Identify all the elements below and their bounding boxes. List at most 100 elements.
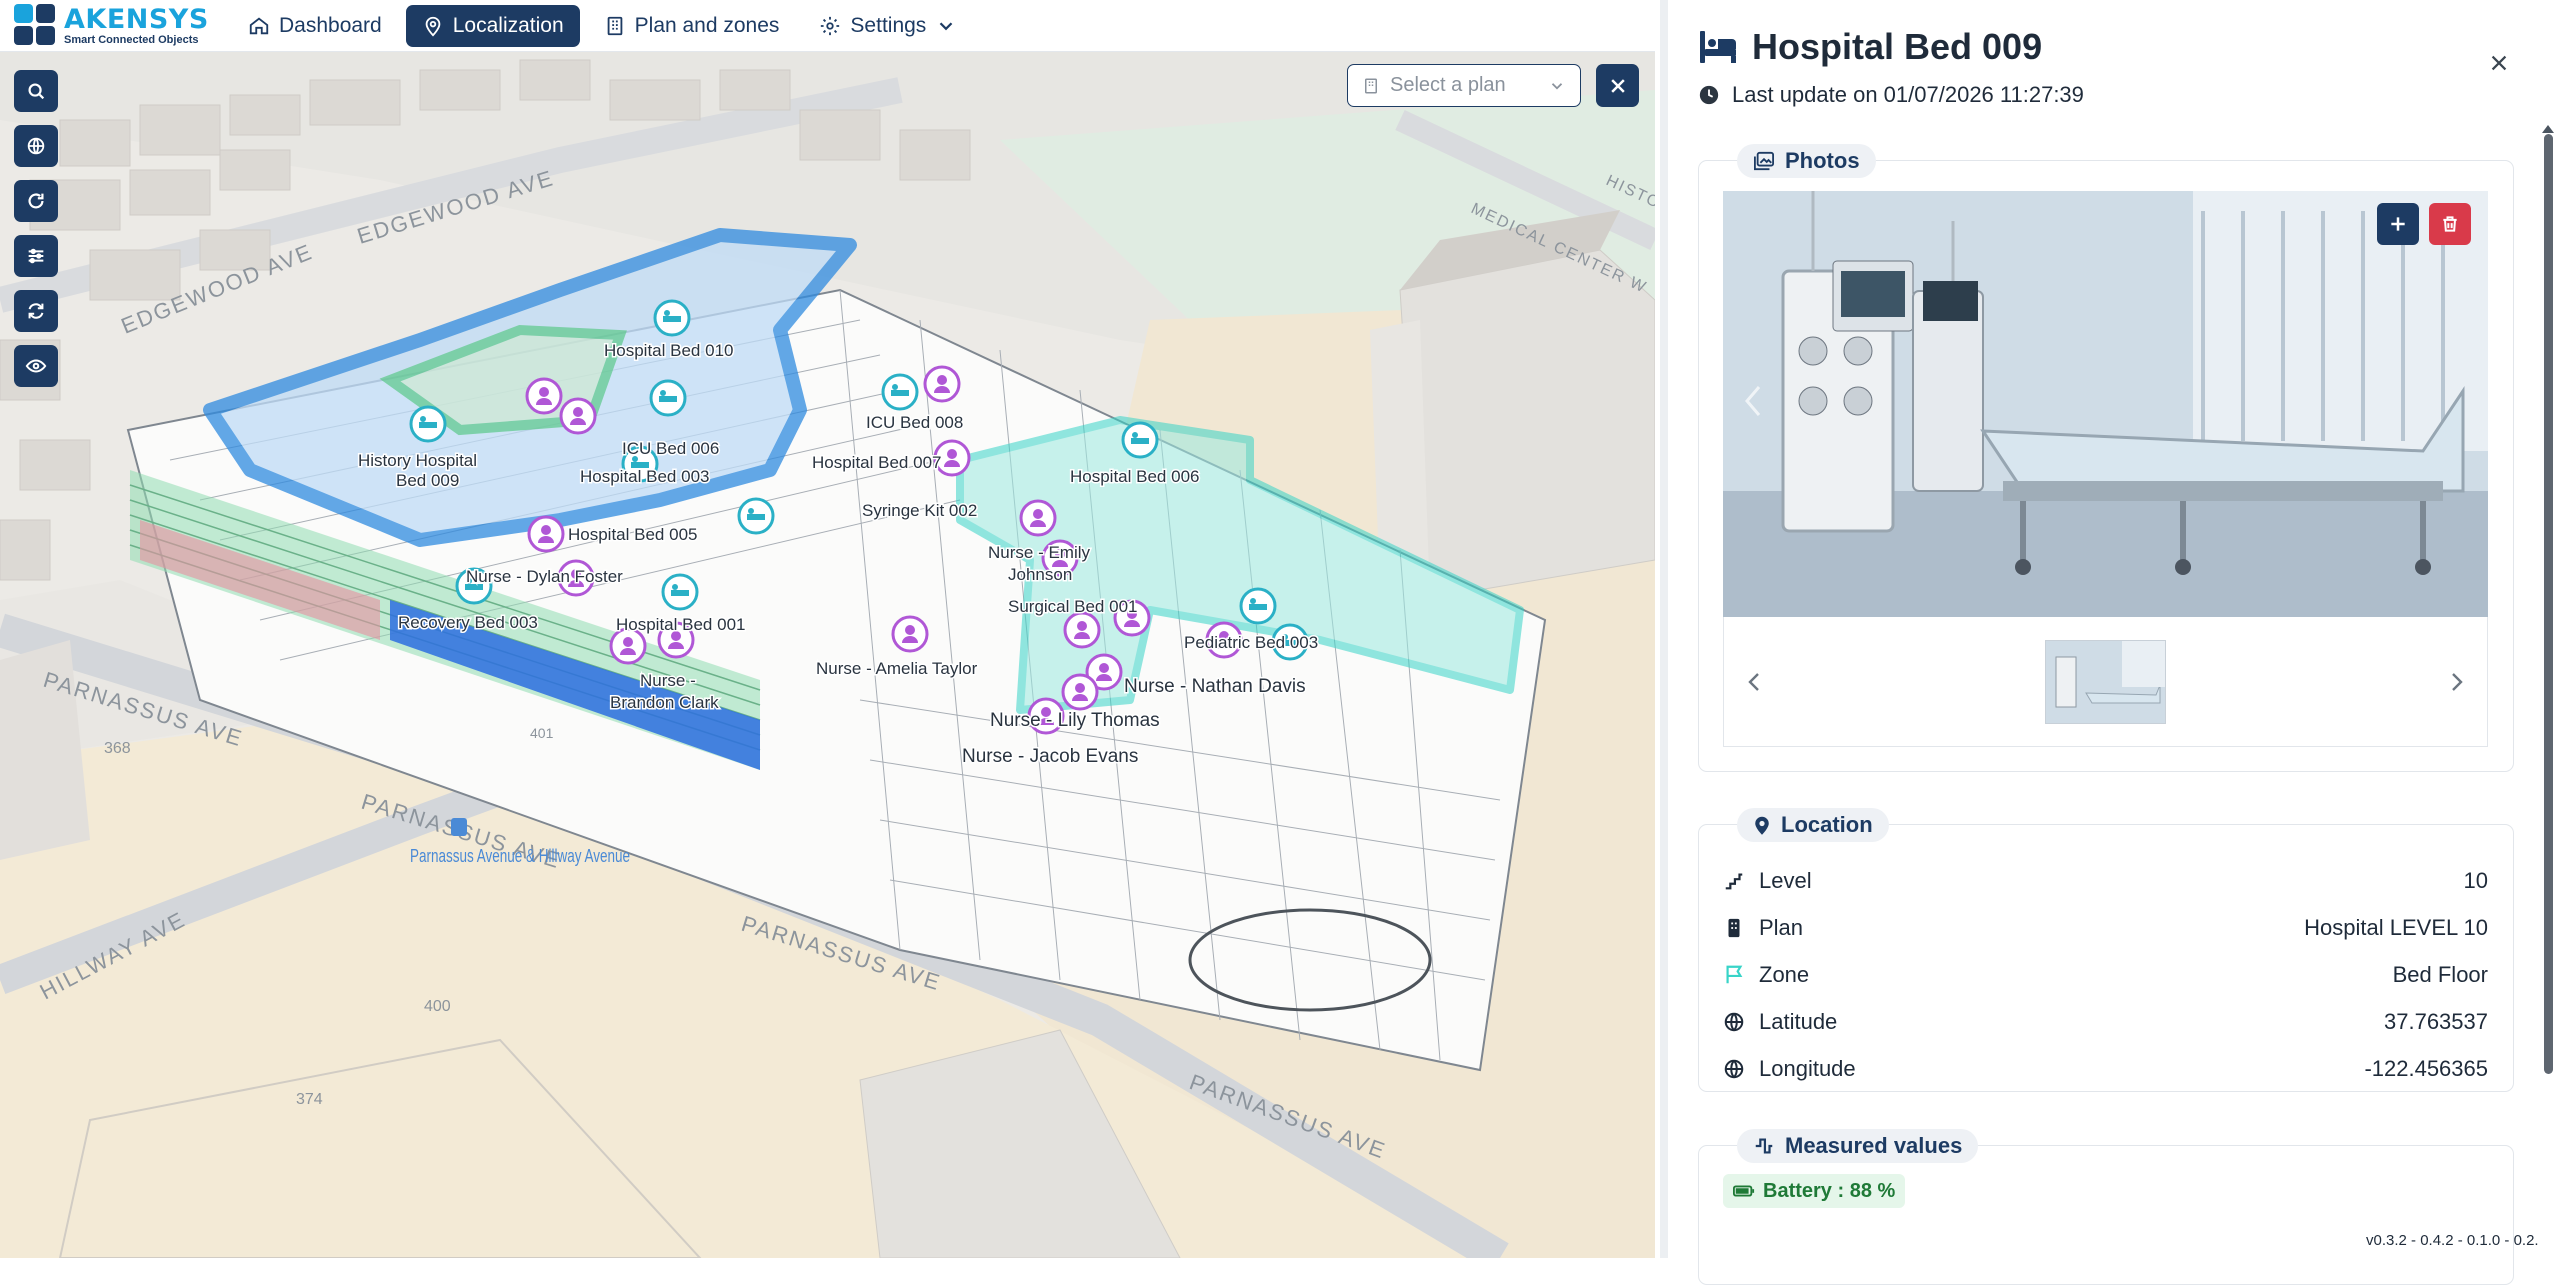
location-row-zone: Zone Bed Floor [1723, 951, 2488, 998]
map-view[interactable]: EDGEWOOD AVE EDGEWOOD AVE PARNASSUS AVE … [0, 52, 1655, 1258]
pulse-icon [1755, 1138, 1773, 1154]
bed-marker-icon[interactable] [1239, 587, 1277, 625]
person-marker-icon[interactable] [1061, 673, 1099, 711]
nav-localization[interactable]: Localization [405, 4, 580, 47]
person-marker-icon[interactable] [1019, 499, 1057, 537]
close-icon [1610, 78, 1625, 93]
delete-photo-button[interactable] [2429, 203, 2471, 245]
add-photo-button[interactable] [2377, 203, 2419, 245]
nav-dashboard[interactable]: Dashboard [232, 5, 398, 47]
chevron-left-icon [1745, 386, 1761, 416]
map-sync-button[interactable] [14, 290, 58, 332]
top-navigation-bar: AKENSYS Smart Connected Objects Dashboar… [0, 0, 1655, 52]
marker-label[interactable]: Nurse - Emily [987, 542, 1093, 564]
marker-label[interactable]: Nurse - [639, 670, 698, 692]
marker-label[interactable]: Nurse - Amelia Taylor [815, 658, 980, 680]
marker-label[interactable]: Nurse - Nathan Davis [1123, 675, 1308, 699]
photo-prev-arrow[interactable] [1741, 381, 1765, 426]
battery-value: Battery : 88 % [1763, 1179, 1896, 1202]
map-close-button[interactable] [1596, 64, 1639, 107]
nav-settings-label: Settings [850, 13, 927, 37]
photos-section-title: Photos [1785, 148, 1860, 173]
measured-values-card: Measured values Battery : 88 % [1698, 1129, 2514, 1285]
marker-label[interactable]: Pediatric Bed 003 [1183, 632, 1320, 654]
map-search-button[interactable] [14, 70, 58, 112]
photo-thumbnail[interactable] [2045, 639, 2166, 724]
bed-marker-icon[interactable] [1121, 421, 1159, 459]
marker-label[interactable]: ICU Bed 008 [865, 412, 965, 434]
measured-values-section-label: Measured values [1737, 1129, 1979, 1163]
location-label: Level [1759, 867, 1812, 893]
marker-label[interactable]: Hospital Bed 006 [1069, 466, 1201, 488]
marker-label[interactable]: Hospital Bed 003 [579, 466, 711, 488]
house-number: 368 [104, 740, 131, 757]
marker-label[interactable]: Bed 009 [395, 470, 461, 492]
marker-label[interactable]: Brandon Clark [609, 692, 721, 714]
map-globe-button[interactable] [14, 125, 58, 167]
marker-label[interactable]: Johnson [1007, 564, 1074, 586]
marker-label[interactable]: Recovery Bed 003 [397, 612, 540, 634]
marker-label[interactable]: Syringe Kit 002 [861, 500, 979, 522]
hospital-room-photo [1723, 191, 2488, 617]
building-icon [1365, 78, 1377, 93]
marker-label[interactable]: Nurse - Jacob Evans [961, 745, 1140, 769]
bed-marker-icon[interactable] [653, 299, 691, 337]
person-marker-icon[interactable] [923, 365, 961, 403]
bed-marker-icon[interactable] [649, 379, 687, 417]
nav-plan-and-zones[interactable]: Plan and zones [588, 5, 796, 47]
location-value: Bed Floor [2392, 961, 2488, 987]
person-marker-icon[interactable] [527, 515, 565, 553]
location-label: Latitude [1759, 1008, 1838, 1034]
bed-marker-icon[interactable] [881, 373, 919, 411]
marker-label[interactable]: Hospital Bed 005 [567, 524, 699, 546]
chevron-right-icon[interactable] [2449, 670, 2465, 694]
map-filter-button[interactable] [14, 235, 58, 277]
logo-mark-icon [14, 3, 58, 48]
chevron-left-icon[interactable] [1746, 670, 1762, 694]
bed-icon [1700, 31, 1736, 63]
images-icon [1754, 151, 1774, 171]
chevron-down-icon [940, 21, 953, 30]
marker-label[interactable]: History Hospital [357, 450, 479, 472]
gear-icon [821, 16, 840, 35]
bed-marker-icon[interactable] [737, 497, 775, 535]
marker-label[interactable]: Surgical Bed 001 [1007, 596, 1139, 618]
device-detail-panel: Hospital Bed 009 Last update on 01/07/20… [1660, 0, 2556, 1285]
home-icon [249, 17, 269, 34]
marker-label[interactable]: Hospital Bed 010 [603, 340, 735, 362]
map-pin-icon [425, 16, 441, 36]
photo-thumbnail-strip [1723, 617, 2488, 747]
bus-stop-label: Parnassus Avenue & Hillway Avenue [410, 846, 630, 866]
marker-label[interactable]: Nurse - Dylan Foster [465, 566, 625, 588]
person-marker-icon[interactable] [559, 397, 597, 435]
person-marker-icon[interactable] [1063, 611, 1101, 649]
akensys-logo[interactable]: AKENSYS Smart Connected Objects [14, 3, 214, 48]
measured-values-title: Measured values [1785, 1133, 1963, 1158]
nav-localization-label: Localization [452, 13, 564, 37]
logo-tagline: Smart Connected Objects [64, 33, 199, 46]
eye-icon [25, 359, 47, 373]
location-section-label: Location [1737, 808, 1889, 842]
bed-marker-icon[interactable] [409, 405, 447, 443]
trash-icon [2443, 216, 2457, 232]
sync-icon [28, 303, 44, 319]
map-canvas[interactable]: EDGEWOOD AVE EDGEWOOD AVE PARNASSUS AVE … [0, 52, 1655, 1258]
marker-label[interactable]: ICU Bed 006 [621, 438, 721, 460]
panel-close-button[interactable] [2488, 52, 2510, 79]
person-marker-icon[interactable] [525, 377, 563, 415]
map-visibility-button[interactable] [14, 345, 58, 387]
marker-label[interactable]: Hospital Bed 007 [811, 452, 943, 474]
person-marker-icon[interactable] [609, 627, 647, 665]
select-plan-placeholder: Select a plan [1390, 74, 1506, 96]
select-plan-dropdown[interactable]: Select a plan [1347, 64, 1581, 107]
map-refresh-button[interactable] [14, 180, 58, 222]
bus-stop-icon[interactable] [451, 818, 467, 836]
marker-label[interactable]: Hospital Bed 001 [615, 614, 747, 636]
device-photo[interactable] [1723, 191, 2488, 617]
person-marker-icon[interactable] [891, 615, 929, 653]
last-update-text: Last update on 01/07/2026 11:27:39 [1732, 82, 2084, 107]
marker-label[interactable]: Nurse - Lily Thomas [989, 709, 1162, 733]
panel-scrollbar[interactable] [2544, 134, 2553, 1074]
nav-settings[interactable]: Settings [803, 5, 973, 47]
bed-marker-icon[interactable] [661, 573, 699, 611]
